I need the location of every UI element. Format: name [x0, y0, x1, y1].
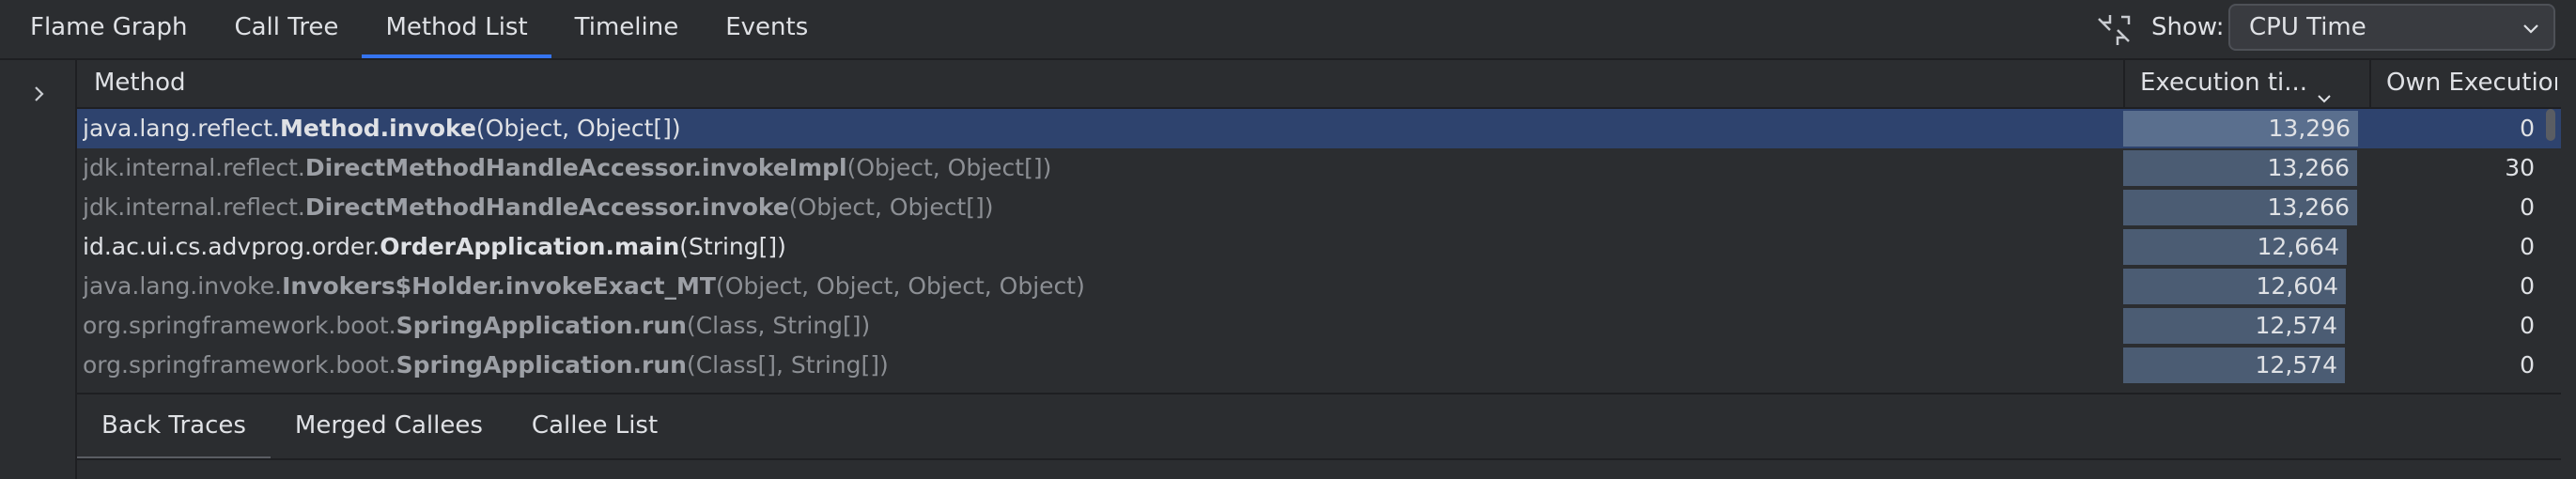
method-name: SpringApplication.run [396, 312, 687, 339]
tab-merged-callees[interactable]: Merged Callees [271, 394, 507, 460]
own-execution-time-value: 0 [2520, 351, 2535, 379]
execution-time-cell: 12,574 [2123, 308, 2369, 344]
column-header-own-execution-time[interactable]: Own Execution ... [2369, 60, 2557, 107]
method-args: (Class, String[]) [686, 312, 871, 339]
table-row[interactable]: org.springframework.boot.SpringApplicati… [77, 346, 2561, 385]
method-package: java.lang.reflect. [83, 115, 280, 142]
execution-time-value: 12,574 [2255, 312, 2337, 339]
table-row[interactable]: jdk.internal.reflect.DirectMethodHandleA… [77, 148, 2561, 188]
method-args: (String[]) [679, 233, 786, 260]
method-args: (Class[], String[]) [686, 351, 889, 379]
method-package: jdk.internal.reflect. [83, 154, 305, 181]
table-header: Method Execution ti... Own Execution ... [77, 60, 2561, 109]
view-tabs: Flame Graph Call Tree Method List Timeli… [0, 0, 831, 58]
method-args: (Object, Object[]) [846, 154, 1052, 181]
method-name: Method.invoke [280, 115, 476, 142]
execution-time-value: 13,266 [2267, 154, 2350, 181]
own-execution-time-value: 0 [2520, 193, 2535, 221]
column-header-method[interactable]: Method [94, 60, 2114, 107]
method-package: org.springframework.boot. [83, 312, 396, 339]
method-package: java.lang.invoke. [83, 272, 283, 300]
execution-time-cell: 12,574 [2123, 348, 2369, 383]
execution-time-value: 12,574 [2255, 351, 2337, 379]
method-cell: org.springframework.boot.SpringApplicati… [83, 346, 2112, 385]
execution-time-cell: 12,664 [2123, 229, 2369, 265]
own-execution-time-value: 30 [2505, 154, 2535, 181]
collapse-arrows-icon[interactable] [2095, 11, 2133, 49]
tab-callee-list[interactable]: Callee List [507, 394, 682, 460]
scrollbar-thumb[interactable] [2546, 109, 2555, 141]
chevron-right-icon[interactable] [28, 83, 51, 105]
own-execution-time-value: 0 [2520, 233, 2535, 260]
show-dropdown[interactable]: CPU Time [2228, 4, 2555, 51]
method-cell: jdk.internal.reflect.DirectMethodHandleA… [83, 188, 2112, 227]
tab-timeline[interactable]: Timeline [551, 0, 703, 58]
method-cell: id.ac.ui.cs.advprog.order.OrderApplicati… [83, 227, 2112, 267]
own-execution-time-value: 0 [2520, 272, 2535, 300]
own-execution-time-value: 0 [2520, 312, 2535, 339]
method-cell: org.springframework.boot.SpringApplicati… [83, 306, 2112, 346]
toolbar: Flame Graph Call Tree Method List Timeli… [0, 0, 2576, 60]
column-header-execution-time-label: Execution ti... [2140, 69, 2308, 97]
table-row[interactable]: org.springframework.boot.SpringApplicati… [77, 306, 2561, 346]
divider [77, 458, 2561, 460]
tab-events[interactable]: Events [702, 0, 831, 58]
execution-time-cell: 13,266 [2123, 190, 2369, 225]
execution-time-value: 12,664 [2257, 233, 2339, 260]
method-cell: java.lang.invoke.Invokers$Holder.invokeE… [83, 267, 2112, 306]
method-args: (Object, Object, Object, Object) [715, 272, 1085, 300]
table-row[interactable]: jdk.internal.reflect.DirectMethodHandleA… [77, 188, 2561, 227]
table-row[interactable]: id.ac.ui.cs.advprog.order.OrderApplicati… [77, 227, 2561, 267]
execution-time-cell: 13,296 [2123, 111, 2369, 147]
tab-back-traces[interactable]: Back Traces [77, 394, 271, 460]
method-args: (Object, Object[]) [475, 115, 681, 142]
method-table: Method Execution ti... Own Execution ...… [77, 60, 2561, 453]
execution-time-value: 13,266 [2267, 193, 2350, 221]
execution-time-cell: 13,266 [2123, 150, 2369, 186]
chevron-down-icon [2522, 19, 2540, 38]
tab-method-list[interactable]: Method List [362, 0, 551, 58]
bottom-tabs-bar: Back Traces Merged Callees Callee List [77, 393, 2561, 462]
table-row[interactable]: java.lang.reflect.Method.invoke(Object, … [77, 109, 2561, 148]
method-name: Invokers$Holder.invokeExact_MT [282, 272, 716, 300]
sort-descending-icon [2317, 76, 2332, 102]
method-name: DirectMethodHandleAccessor.invokeImpl [304, 154, 847, 181]
table-row[interactable]: java.lang.invoke.Invokers$Holder.invokeE… [77, 267, 2561, 306]
tab-flame-graph[interactable]: Flame Graph [0, 0, 210, 58]
method-name: SpringApplication.run [396, 351, 687, 379]
method-cell: java.lang.reflect.Method.invoke(Object, … [83, 109, 2112, 148]
column-header-execution-time[interactable]: Execution ti... [2123, 60, 2351, 107]
left-gutter [0, 60, 77, 479]
method-package: jdk.internal.reflect. [83, 193, 305, 221]
method-args: (Object, Object[]) [788, 193, 994, 221]
method-cell: jdk.internal.reflect.DirectMethodHandleA… [83, 148, 2112, 188]
execution-time-value: 13,296 [2268, 115, 2351, 142]
tab-call-tree[interactable]: Call Tree [210, 0, 362, 58]
show-label: Show: [2151, 13, 2225, 41]
method-name: DirectMethodHandleAccessor.invoke [304, 193, 789, 221]
execution-time-value: 12,604 [2256, 272, 2338, 300]
method-name: OrderApplication.main [380, 233, 680, 260]
method-package: id.ac.ui.cs.advprog.order. [83, 233, 380, 260]
execution-time-cell: 12,604 [2123, 269, 2369, 304]
table-rows: java.lang.reflect.Method.invoke(Object, … [77, 109, 2561, 385]
own-execution-time-value: 0 [2520, 115, 2535, 142]
show-dropdown-value: CPU Time [2249, 13, 2367, 41]
method-package: org.springframework.boot. [83, 351, 396, 379]
